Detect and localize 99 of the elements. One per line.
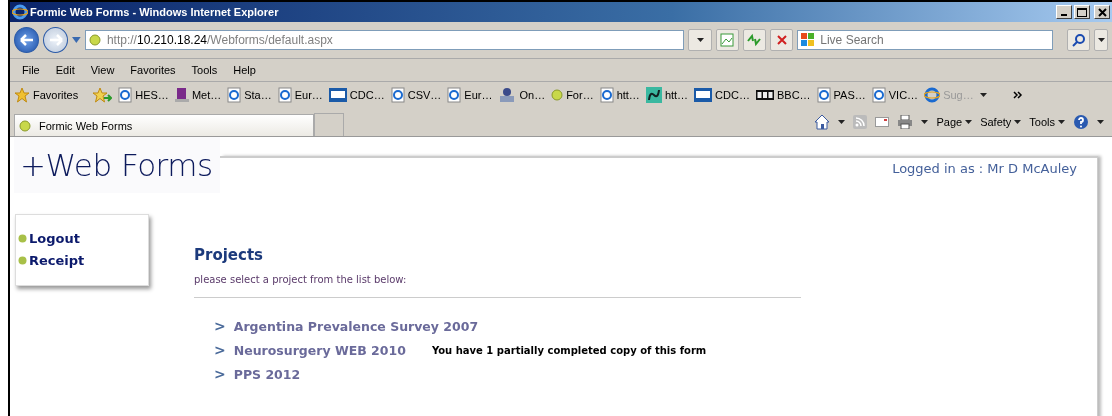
favorite-link[interactable]: Eur… bbox=[277, 87, 323, 103]
site-logo: +Web Forms bbox=[14, 137, 220, 193]
caret-icon bbox=[965, 120, 973, 124]
favorite-link[interactable]: htt… bbox=[645, 87, 689, 103]
stop-button[interactable] bbox=[770, 29, 794, 51]
home-icon[interactable] bbox=[814, 114, 831, 130]
caret-icon bbox=[696, 38, 704, 42]
dropdown-caret-icon[interactable] bbox=[72, 37, 81, 43]
close-icon bbox=[1097, 7, 1107, 17]
forward-button[interactable] bbox=[43, 27, 69, 53]
sidebar-link[interactable]: Logout bbox=[16, 231, 148, 246]
arrow-glyph: > bbox=[214, 318, 226, 334]
close-icon bbox=[776, 35, 787, 45]
section-heading: Projects bbox=[194, 246, 264, 264]
ie-page-icon bbox=[227, 87, 242, 103]
menu-item[interactable]: Help bbox=[225, 64, 264, 76]
back-arrow-icon bbox=[19, 34, 34, 46]
cdc-logo-icon bbox=[694, 88, 713, 102]
arrow-glyph: > bbox=[214, 342, 226, 358]
back-button[interactable] bbox=[14, 27, 40, 53]
browser-tab[interactable]: Formic Web Forms bbox=[14, 114, 314, 136]
search-button[interactable] bbox=[1067, 29, 1091, 51]
favorite-link[interactable]: CDC… bbox=[328, 88, 385, 102]
maximize-button[interactable] bbox=[1074, 5, 1090, 19]
ie-page-icon bbox=[277, 87, 292, 103]
url-text: http://10.210.18.24/Webforms/default.aspx bbox=[106, 33, 333, 47]
bbc-logo-icon bbox=[755, 90, 774, 100]
address-field[interactable]: http://10.210.18.24/Webforms/default.aspx bbox=[84, 30, 685, 50]
favorite-link[interactable]: Met… bbox=[174, 87, 222, 103]
ball-icon bbox=[551, 89, 564, 101]
status-note: You have 1 partially completed copy of this form bbox=[431, 344, 707, 356]
arrow-glyph: > bbox=[214, 366, 226, 382]
favorite-link[interactable]: BBC… bbox=[755, 89, 811, 101]
ball-icon bbox=[88, 34, 101, 46]
address-dropdown-button[interactable] bbox=[688, 29, 712, 51]
ie-page-icon bbox=[871, 87, 886, 103]
window-title: Formic Web Forms - Windows Internet Explorer bbox=[30, 6, 280, 18]
bullet-icon bbox=[18, 256, 27, 265]
project-link[interactable]: Neurosurgery WEB 2010 bbox=[233, 342, 406, 358]
favorite-link[interactable]: VIC… bbox=[871, 87, 919, 103]
caret-icon bbox=[979, 93, 987, 97]
command-menu[interactable]: Safety bbox=[980, 116, 1022, 128]
favorite-link[interactable]: CSV… bbox=[390, 87, 442, 103]
refresh-button[interactable] bbox=[742, 29, 767, 51]
favorite-link[interactable]: PAS… bbox=[816, 87, 866, 103]
favorite-link[interactable]: Sta… bbox=[227, 87, 272, 103]
menu-item[interactable]: View bbox=[82, 64, 123, 76]
caret-icon bbox=[921, 120, 929, 124]
people-icon bbox=[498, 87, 517, 103]
bullet-icon bbox=[18, 234, 27, 243]
caret-icon bbox=[1097, 120, 1104, 124]
ie-page-icon bbox=[599, 87, 614, 103]
book-icon bbox=[174, 87, 189, 103]
ie-page-icon bbox=[118, 87, 133, 103]
search-field[interactable]: Live Search bbox=[797, 30, 1054, 50]
favorite-link[interactable]: htt… bbox=[599, 87, 640, 103]
maximize-icon bbox=[1077, 7, 1087, 17]
favorites-button[interactable]: Favorites bbox=[14, 87, 79, 103]
page-picture-icon bbox=[720, 33, 735, 47]
caret-icon bbox=[1058, 120, 1065, 124]
favorite-link[interactable]: HES… bbox=[118, 87, 169, 103]
favorite-link[interactable]: For… bbox=[551, 89, 594, 101]
star-icon bbox=[14, 87, 30, 103]
help-icon[interactable] bbox=[1073, 114, 1089, 130]
print-icon[interactable] bbox=[897, 115, 914, 129]
menu-item[interactable]: File bbox=[14, 64, 48, 76]
project-link[interactable]: PPS 2012 bbox=[233, 366, 301, 382]
close-button[interactable] bbox=[1094, 5, 1110, 19]
menu-item[interactable]: Tools bbox=[183, 64, 226, 76]
ie-logo-icon bbox=[924, 87, 941, 103]
ie-page-icon bbox=[390, 87, 405, 103]
ie-page-icon bbox=[447, 87, 462, 103]
chevron-icon[interactable] bbox=[1012, 91, 1023, 99]
sidebar-link[interactable]: Receipt bbox=[16, 253, 148, 268]
mail-icon[interactable] bbox=[875, 117, 890, 127]
instruction-text: please select a project from the list below: bbox=[194, 274, 408, 285]
forward-arrow-icon bbox=[48, 34, 63, 46]
favorite-link[interactable]: Eur… bbox=[447, 87, 493, 103]
ie-logo-icon bbox=[12, 4, 28, 20]
menu-item[interactable]: Edit bbox=[47, 64, 83, 76]
menu-item[interactable]: Favorites bbox=[122, 64, 184, 76]
command-menu[interactable]: Page bbox=[936, 116, 973, 128]
favorite-link[interactable]: CDC… bbox=[694, 88, 750, 102]
caret-icon bbox=[1097, 38, 1105, 42]
favorite-link[interactable]: On… bbox=[498, 87, 546, 103]
minimize-button[interactable] bbox=[1056, 5, 1072, 19]
windows-logo-icon bbox=[801, 33, 816, 47]
refresh-icon bbox=[746, 33, 763, 47]
snake-icon bbox=[645, 87, 662, 103]
command-menu[interactable]: Tools bbox=[1029, 116, 1065, 128]
caret-icon bbox=[838, 120, 846, 124]
search-icon bbox=[1071, 33, 1086, 47]
ie-page-icon bbox=[816, 87, 831, 103]
project-link[interactable]: Argentina Prevalence Survey 2007 bbox=[233, 318, 479, 334]
search-options-button[interactable] bbox=[1094, 29, 1109, 51]
caret-icon bbox=[1014, 120, 1022, 124]
ball-icon bbox=[19, 119, 31, 132]
cdc-logo-icon bbox=[328, 88, 347, 102]
logged-in-text: Logged in as : Mr D McAuley bbox=[892, 161, 1077, 178]
